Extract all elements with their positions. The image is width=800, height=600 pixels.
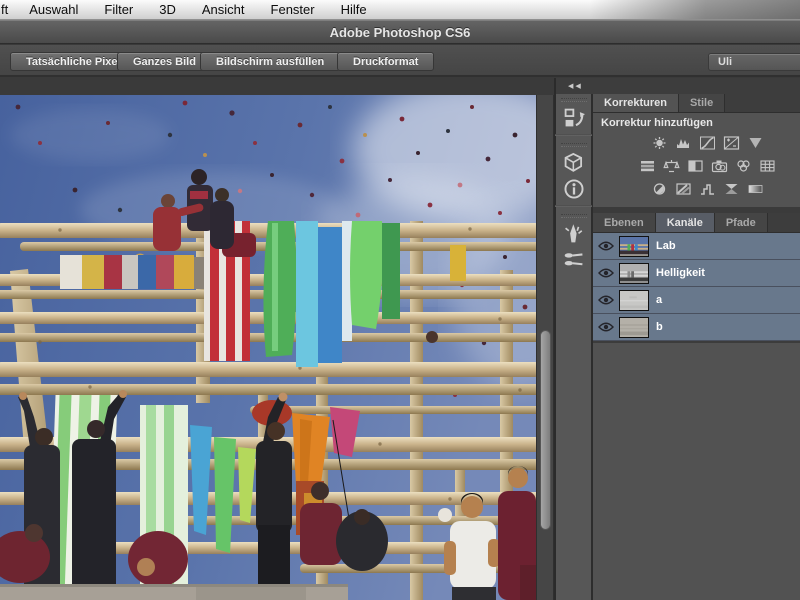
workspace-name: Uli [718, 56, 733, 68]
panels-column: Korrekturen Stile Korrektur hinzufügen E… [593, 94, 800, 600]
visibility-eye-icon[interactable] [593, 268, 619, 278]
photo-canvas[interactable] [0, 95, 536, 600]
panel-grip[interactable] [560, 98, 587, 102]
channel-thumbnail-a[interactable] [619, 289, 649, 311]
black-white-icon[interactable] [687, 159, 704, 173]
menu-item-schrift-partial[interactable]: ft [0, 2, 16, 17]
hue-saturation-icon[interactable] [639, 159, 656, 173]
color-lookup-icon[interactable] [759, 159, 776, 173]
panel-dock-region: ◀◀ Korrekturen Stile Korrektur hinzufüge… [554, 78, 800, 600]
panel-grip[interactable] [560, 214, 587, 218]
menu-item-auswahl[interactable]: Auswahl [16, 2, 91, 17]
menubar-shade [590, 0, 800, 19]
tab-kanaele[interactable]: Kanäle [655, 213, 715, 232]
collapse-arrows-icon: ◀◀ [568, 83, 583, 90]
adjustments-panel: Korrektur hinzufügen [593, 113, 800, 207]
menu-bar: ft Auswahl Filter 3D Ansicht Fenster Hil… [0, 0, 800, 20]
channel-label: Lab [656, 240, 676, 252]
menu-item-hilfe[interactable]: Hilfe [328, 2, 380, 17]
title-bar: Adobe Photoshop CS6 [0, 20, 800, 44]
channel-label: b [656, 321, 663, 333]
channel-row-helligkeit[interactable]: Helligkeit [593, 260, 800, 287]
dock-divider [555, 205, 592, 207]
posterize-icon[interactable] [675, 182, 692, 196]
visibility-eye-icon[interactable] [593, 322, 619, 332]
scrollbar-thumb[interactable] [540, 330, 551, 530]
workspace-switcher-button[interactable]: Uli [708, 53, 800, 71]
channel-thumbnail-b[interactable] [619, 316, 649, 338]
channels-tab-bar: Ebenen Kanäle Pfade [593, 213, 800, 233]
levels-icon[interactable] [675, 136, 692, 150]
window-title: Adobe Photoshop CS6 [329, 24, 471, 40]
color-balance-icon[interactable] [663, 159, 680, 173]
brush-panel-icon[interactable] [561, 222, 587, 246]
tabbar-spacer [725, 94, 800, 112]
history-icon[interactable] [561, 106, 587, 130]
print-size-button[interactable]: Druckformat [337, 52, 435, 71]
menu-item-ansicht[interactable]: Ansicht [189, 2, 258, 17]
panel-grip[interactable] [560, 143, 587, 147]
tab-korrekturen[interactable]: Korrekturen [593, 94, 679, 112]
channel-mixer-icon[interactable] [735, 159, 752, 173]
visibility-eye-icon[interactable] [593, 241, 619, 251]
options-bar: Tatsächliche Pixel Ganzes Bild Bildschir… [0, 45, 800, 77]
adjustments-tab-bar: Korrekturen Stile [593, 94, 800, 113]
collapse-panels-button[interactable]: ◀◀ [556, 78, 800, 94]
brush-presets-icon[interactable] [561, 248, 587, 272]
info-icon[interactable] [561, 177, 587, 201]
fill-screen-button[interactable]: Bildschirm ausfüllen [200, 52, 341, 71]
panel-empty-area [593, 343, 800, 600]
exposure-icon[interactable] [723, 136, 740, 150]
visibility-eye-icon[interactable] [593, 295, 619, 305]
menu-item-3d[interactable]: 3D [146, 2, 189, 17]
channel-row-lab[interactable]: Lab [593, 233, 800, 260]
photoshop-window: ft Auswahl Filter 3D Ansicht Fenster Hil… [0, 0, 800, 600]
gradient-map-icon[interactable] [747, 182, 764, 196]
channel-row-b[interactable]: b [593, 314, 800, 341]
photo-filter-icon[interactable] [711, 159, 728, 173]
tabbar-spacer [767, 213, 800, 232]
fit-on-screen-button[interactable]: Ganzes Bild [117, 52, 212, 71]
dock-divider [555, 134, 592, 136]
invert-icon[interactable] [651, 182, 668, 196]
menu-item-fenster[interactable]: Fenster [258, 2, 328, 17]
canvas-vertical-scrollbar[interactable] [536, 95, 554, 600]
vibrance-icon[interactable] [747, 136, 764, 150]
adjustments-header: Korrektur hinzufügen [601, 117, 713, 129]
tab-stile[interactable]: Stile [678, 94, 726, 112]
curves-icon[interactable] [699, 136, 716, 150]
channel-row-a[interactable]: a [593, 287, 800, 314]
brightness-contrast-icon[interactable] [651, 136, 668, 150]
channel-label: Helligkeit [656, 267, 705, 279]
tab-pfade[interactable]: Pfade [714, 213, 768, 232]
channels-panel: Lab Helligkeit a b [593, 233, 800, 343]
channel-label: a [656, 294, 663, 306]
menu-item-filter[interactable]: Filter [91, 2, 146, 17]
channel-thumbnail-lab[interactable] [619, 235, 649, 257]
selective-color-icon[interactable] [723, 182, 740, 196]
tab-ebenen[interactable]: Ebenen [593, 213, 656, 232]
collapsed-panel-dock [555, 94, 593, 600]
channel-thumbnail-helligkeit[interactable] [619, 262, 649, 284]
threshold-icon[interactable] [699, 182, 716, 196]
3d-panel-icon[interactable] [561, 151, 587, 175]
